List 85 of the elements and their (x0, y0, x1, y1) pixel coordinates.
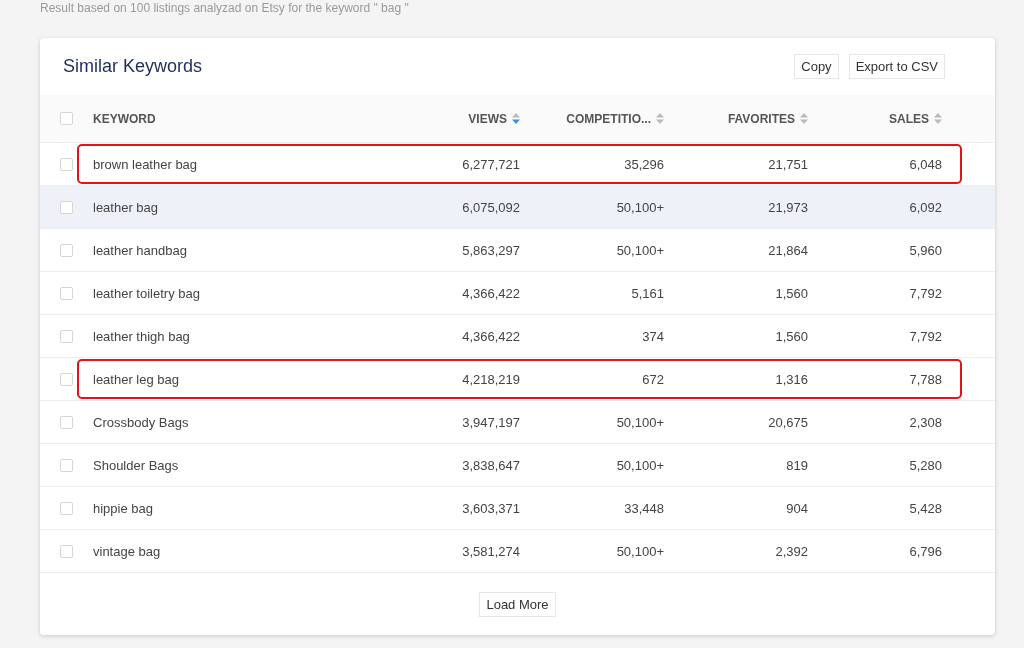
table-cell: hippie bag (93, 500, 153, 516)
row-checkbox[interactable] (60, 200, 73, 214)
table-cell: leather thigh bag (93, 328, 190, 344)
row-checkbox[interactable] (60, 329, 73, 343)
table-row[interactable]: leather handbag 5,863,297 50,100+ 21,864 5,960 (40, 229, 995, 272)
table-cell: 1,560 (775, 328, 808, 344)
table-cell: 4,366,422 (462, 285, 520, 301)
table-cell: leather handbag (93, 242, 187, 258)
table-cell: Crossbody Bags (93, 414, 189, 430)
row-checkbox[interactable] (60, 458, 73, 472)
table-cell: 50,100+ (616, 199, 664, 215)
table-cell: 3,838,647 (462, 457, 520, 473)
table-cell: 6,075,092 (462, 199, 520, 215)
table-row[interactable]: vintage bag 3,581,274 50,100+ 2,392 6,796 (40, 530, 995, 573)
row-checkbox[interactable] (60, 157, 73, 171)
table-row[interactable]: Shoulder Bags 3,838,647 50,100+ 819 5,280 (40, 444, 995, 487)
sort-icon[interactable] (800, 113, 808, 124)
table-row[interactable]: Crossbody Bags 3,947,197 50,100+ 20,675 2,308 (40, 401, 995, 444)
table-cell: 6,048 (909, 156, 942, 172)
table-cell: 50,100+ (616, 457, 664, 473)
column-header[interactable]: FAVORITES (727, 111, 795, 126)
table-cell: 819 (786, 457, 808, 473)
row-checkbox[interactable] (60, 501, 73, 515)
row-checkbox[interactable] (60, 372, 73, 386)
sort-icon[interactable] (934, 113, 942, 124)
column-header: KEYWORD (93, 111, 156, 126)
table-cell: 21,864 (768, 242, 808, 258)
action-button[interactable]: Export to CSV (848, 54, 945, 79)
table-cell: 3,947,197 (462, 414, 520, 430)
table-cell: vintage bag (93, 543, 161, 559)
table-cell: 3,581,274 (462, 543, 520, 559)
table-cell: 6,277,721 (462, 156, 520, 172)
table-cell: 5,863,297 (462, 242, 520, 258)
table-cell: 2,308 (909, 414, 942, 430)
table-cell: 2,392 (775, 543, 808, 559)
table-cell: 3,603,371 (462, 500, 520, 516)
table-cell: brown leather bag (93, 156, 198, 172)
table-cell: 5,960 (909, 242, 942, 258)
row-checkbox[interactable] (60, 243, 73, 257)
table-cell: 5,280 (909, 457, 942, 473)
table-cell: leather bag (93, 199, 159, 215)
table-cell: 6,796 (909, 543, 942, 559)
table-cell: 50,100+ (616, 242, 664, 258)
table-cell: 20,675 (768, 414, 808, 430)
table-cell: 374 (642, 328, 664, 344)
table-row[interactable]: brown leather bag 6,277,721 35,296 21,751 6,048 (40, 143, 995, 186)
load-more-button[interactable]: Load More (479, 592, 556, 617)
sort-icon[interactable] (512, 113, 520, 124)
table-cell: 21,751 (768, 156, 808, 172)
table-cell: 1,560 (775, 285, 808, 301)
table-row[interactable]: leather leg bag 4,218,219 672 1,316 7,788 (40, 358, 995, 401)
action-button[interactable]: Copy (794, 54, 839, 79)
row-checkbox[interactable] (60, 286, 73, 300)
column-header[interactable]: SALES (889, 111, 929, 126)
table-cell: 33,448 (624, 500, 664, 516)
table-cell: 7,792 (909, 328, 942, 344)
table-cell: 21,973 (768, 199, 808, 215)
table-cell: 5,428 (909, 500, 942, 516)
table-cell: 7,788 (909, 371, 942, 387)
table-cell: 4,366,422 (462, 328, 520, 344)
table-cell: 50,100+ (616, 543, 664, 559)
sort-icon[interactable] (656, 113, 664, 124)
table-cell: 6,092 (909, 199, 942, 215)
column-header[interactable]: VIEWS (468, 111, 507, 126)
table-cell: Shoulder Bags (93, 457, 179, 473)
table-row[interactable]: leather thigh bag 4,366,422 374 1,560 7,792 (40, 315, 995, 358)
table-cell: 672 (642, 371, 664, 387)
table-cell: 35,296 (624, 156, 664, 172)
table-cell: 50,100+ (616, 414, 664, 430)
table-cell: 904 (786, 500, 808, 516)
table-cell: 1,316 (775, 371, 808, 387)
table-cell: 4,218,219 (462, 371, 520, 387)
select-all-checkbox[interactable] (60, 112, 73, 125)
table-cell: leather toiletry bag (93, 285, 200, 301)
row-checkbox[interactable] (60, 415, 73, 429)
table-row[interactable]: leather bag 6,075,092 50,100+ 21,973 6,092 (40, 186, 995, 229)
table-cell: 5,161 (631, 285, 664, 301)
column-header[interactable]: COMPETITIO... (566, 111, 651, 126)
table-row[interactable]: leather toiletry bag 4,366,422 5,161 1,560 7,792 (40, 272, 995, 315)
card-title: Similar Keywords (63, 56, 204, 77)
table-cell: 7,792 (909, 285, 942, 301)
result-caption: Result based on 100 listings analyzad on Etsy for the keyword " bag " (40, 0, 409, 17)
row-checkbox[interactable] (60, 544, 73, 558)
table-cell: leather leg bag (93, 371, 179, 387)
table-row[interactable]: hippie bag 3,603,371 33,448 904 5,428 (40, 487, 995, 530)
